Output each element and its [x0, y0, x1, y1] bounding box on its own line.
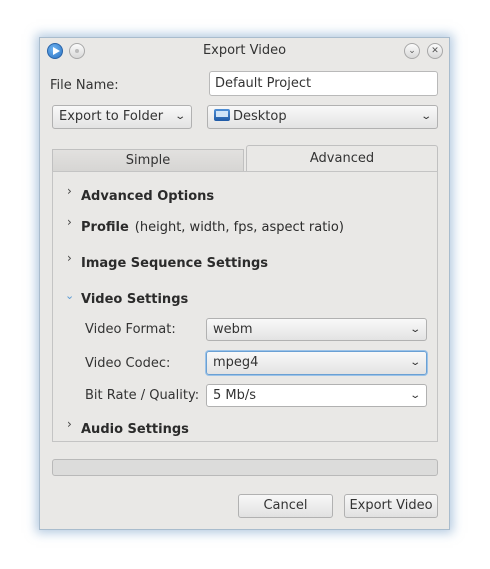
- tab-advanced[interactable]: Advanced: [246, 145, 438, 172]
- advanced-panel: › Advanced Options › Profile (height, wid…: [52, 171, 438, 442]
- section-audio-settings[interactable]: Audio Settings: [81, 422, 189, 437]
- file-name-input[interactable]: [209, 71, 438, 96]
- video-format-value: webm: [213, 322, 253, 337]
- chevron-down-icon: ⌄: [65, 289, 75, 302]
- cancel-button[interactable]: Cancel: [238, 494, 333, 518]
- tab-simple[interactable]: Simple: [52, 149, 244, 172]
- file-name-label: File Name:: [50, 78, 119, 93]
- section-advanced-options[interactable]: Advanced Options: [81, 189, 214, 204]
- video-format-label: Video Format:: [85, 322, 176, 337]
- export-target-value: Export to Folder: [59, 109, 164, 124]
- video-codec-label: Video Codec:: [85, 356, 171, 371]
- chevron-down-icon: ⌄: [408, 357, 421, 368]
- minimize-button[interactable]: ⌄: [404, 43, 420, 59]
- chevron-down-icon: ⌄: [408, 390, 421, 401]
- folder-select[interactable]: Desktop ⌄: [207, 105, 438, 129]
- section-image-sequence[interactable]: Image Sequence Settings: [81, 256, 268, 271]
- folder-icon: [214, 109, 230, 121]
- title-bar[interactable]: Export Video ⌄ ✕: [40, 38, 449, 64]
- chevron-right-icon: ›: [67, 215, 72, 229]
- bit-rate-label: Bit Rate / Quality:: [85, 388, 200, 403]
- bit-rate-select[interactable]: 5 Mb/s ⌄: [206, 384, 427, 407]
- chevron-down-icon: ⌄: [419, 111, 432, 122]
- video-codec-select[interactable]: mpeg4 ⌄: [206, 351, 427, 375]
- bit-rate-value: 5 Mb/s: [213, 388, 257, 403]
- section-video-settings[interactable]: Video Settings: [81, 292, 188, 307]
- export-video-dialog: Export Video ⌄ ✕ File Name: Export to Fo…: [39, 37, 450, 530]
- export-target-select[interactable]: Export to Folder ⌄: [52, 105, 192, 129]
- window-title: Export Video: [202, 43, 287, 58]
- chevron-right-icon: ›: [67, 184, 72, 198]
- export-video-button[interactable]: Export Video: [344, 494, 438, 518]
- chevron-down-icon: ⌄: [408, 46, 416, 56]
- chevron-down-icon: ⌄: [408, 324, 421, 335]
- close-button[interactable]: ✕: [427, 43, 443, 59]
- video-format-select[interactable]: webm ⌄: [206, 318, 427, 341]
- export-progress-bar: [52, 459, 438, 476]
- chevron-down-icon: ⌄: [173, 111, 186, 122]
- chevron-right-icon: ›: [67, 251, 72, 265]
- video-codec-value: mpeg4: [213, 355, 259, 370]
- folder-value: Desktop: [233, 109, 287, 124]
- section-profile[interactable]: Profile (height, width, fps, aspect ratio…: [81, 220, 344, 235]
- profile-label: Profile: [81, 220, 129, 235]
- chevron-right-icon: ›: [67, 417, 72, 431]
- profile-detail: (height, width, fps, aspect ratio): [134, 220, 344, 235]
- close-icon: ✕: [431, 46, 439, 56]
